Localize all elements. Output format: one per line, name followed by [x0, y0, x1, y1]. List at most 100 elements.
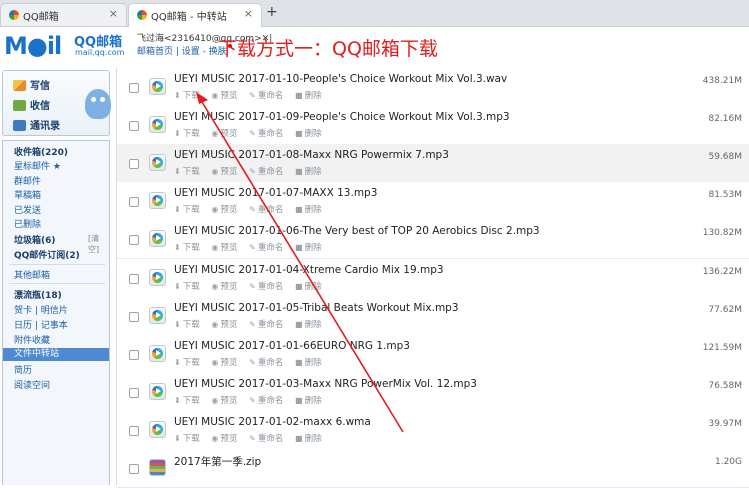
file-name[interactable]: UEYI MUSIC 2017-01-06-The Very best of T…: [174, 225, 540, 237]
file-row[interactable]: UEYI MUSIC 2017-01-07-MAXX 13.mp3 ⬇ 下载 ◉ 预…: [117, 182, 749, 221]
inbox-button[interactable]: 收信: [13, 97, 50, 112]
file-row[interactable]: UEYI MUSIC 2017-01-08-Maxx NRG Powermix …: [117, 144, 749, 183]
file-checkbox[interactable]: [129, 274, 139, 284]
resume-link[interactable]: 简历: [14, 363, 32, 376]
download-button[interactable]: ⬇ 下载: [174, 394, 200, 406]
delete-button[interactable]: ■ 删除: [295, 165, 322, 177]
rename-button[interactable]: ✎ 重命名: [249, 203, 283, 215]
file-name[interactable]: UEYI MUSIC 2017-01-07-MAXX 13.mp3: [174, 187, 377, 199]
file-name[interactable]: UEYI MUSIC 2017-01-01-66EURO NRG 1.mp3: [174, 340, 410, 352]
file-name[interactable]: UEYI MUSIC 2017-01-10-People's Choice Wo…: [174, 73, 507, 85]
file-checkbox[interactable]: [129, 388, 139, 398]
download-button[interactable]: ⬇ 下载: [174, 241, 200, 253]
delete-button[interactable]: ■ 删除: [295, 89, 322, 101]
calendar-notes-link[interactable]: 日历 | 记事本: [14, 318, 68, 331]
folder-group-mail[interactable]: 群邮件: [14, 174, 41, 187]
file-checkbox[interactable]: [129, 235, 139, 245]
rename-button[interactable]: ✎ 重命名: [249, 356, 283, 368]
download-button[interactable]: ⬇ 下载: [174, 89, 200, 101]
file-checkbox[interactable]: [129, 350, 139, 360]
file-name[interactable]: UEYI MUSIC 2017-01-08-Maxx NRG Powermix …: [174, 149, 449, 161]
rename-button[interactable]: ✎ 重命名: [249, 394, 283, 406]
rename-button[interactable]: ✎ 重命名: [249, 241, 283, 253]
file-checkbox[interactable]: [129, 159, 139, 169]
preview-button[interactable]: ◉ 预览: [211, 165, 237, 177]
preview-button[interactable]: ◉ 预览: [211, 318, 237, 330]
folder-other-mailboxes[interactable]: 其他邮箱: [14, 268, 50, 281]
folder-deleted[interactable]: 已删除: [14, 217, 41, 230]
file-row[interactable]: UEYI MUSIC 2017-01-10-People's Choice Wo…: [117, 68, 749, 107]
tab-file-transfer[interactable]: QQ邮箱 - 中转站 ×: [128, 3, 262, 27]
delete-button[interactable]: ■ 删除: [295, 432, 322, 444]
rename-button[interactable]: ✎ 重命名: [249, 89, 283, 101]
preview-button[interactable]: ◉ 预览: [211, 356, 237, 368]
file-row[interactable]: UEYI MUSIC 2017-01-09-People's Choice Wo…: [117, 106, 749, 145]
file-transfer-link[interactable]: 文件中转站: [3, 348, 109, 361]
folder-drafts[interactable]: 草稿箱: [14, 188, 41, 201]
delete-button[interactable]: ■ 删除: [295, 280, 322, 292]
write-mail-button[interactable]: 写信: [13, 77, 50, 92]
folder-spam[interactable]: 垃圾箱(6): [14, 233, 56, 246]
header-links-text[interactable]: 邮箱首页 | 设置 - 换肤: [137, 47, 227, 57]
file-checkbox[interactable]: [129, 83, 139, 93]
cards-postcards-link[interactable]: 贺卡 | 明信片: [14, 303, 68, 316]
preview-button[interactable]: ◉ 预览: [211, 127, 237, 139]
rename-button[interactable]: ✎ 重命名: [249, 280, 283, 292]
file-name[interactable]: UEYI MUSIC 2017-01-05-Tribal Beats Worko…: [174, 302, 459, 314]
drift-bottle-link[interactable]: 漂流瓶(18): [14, 288, 62, 301]
folder-starred[interactable]: 星标邮件 ★: [14, 159, 61, 172]
clear-spam-link[interactable]: [清空]: [88, 233, 109, 255]
file-checkbox[interactable]: [129, 197, 139, 207]
file-row[interactable]: UEYI MUSIC 2017-01-04-Xtreme Cardio Mix …: [117, 259, 749, 298]
delete-button[interactable]: ■ 删除: [295, 394, 322, 406]
file-checkbox[interactable]: [129, 464, 139, 474]
file-checkbox[interactable]: [129, 426, 139, 436]
download-button[interactable]: ⬇ 下载: [174, 127, 200, 139]
preview-button[interactable]: ◉ 预览: [211, 280, 237, 292]
file-row[interactable]: UEYI MUSIC 2017-01-02-maxx 6.wma ⬇ 下载 ◉ 预览…: [117, 411, 749, 450]
delete-button[interactable]: ■ 删除: [295, 241, 322, 253]
preview-button[interactable]: ◉ 预览: [211, 394, 237, 406]
folder-sent[interactable]: 已发送: [14, 203, 41, 216]
download-button[interactable]: ⬇ 下载: [174, 432, 200, 444]
tab-close-icon[interactable]: ×: [109, 7, 118, 20]
download-button[interactable]: ⬇ 下载: [174, 165, 200, 177]
preview-button[interactable]: ◉ 预览: [211, 241, 237, 253]
file-row[interactable]: UEYI MUSIC 2017-01-01-66EURO NRG 1.mp3 ⬇…: [117, 335, 749, 374]
tab-close-icon[interactable]: ×: [244, 7, 253, 20]
mail-logo[interactable]: M●il: [4, 32, 62, 60]
reading-space-link[interactable]: 阅读空间: [14, 378, 50, 391]
file-name[interactable]: UEYI MUSIC 2017-01-02-maxx 6.wma: [174, 416, 371, 428]
preview-button[interactable]: ◉ 预览: [211, 432, 237, 444]
file-row[interactable]: 2017年第一季.zip 1.20G: [117, 449, 749, 488]
download-button[interactable]: ⬇ 下载: [174, 203, 200, 215]
file-row[interactable]: UEYI MUSIC 2017-01-05-Tribal Beats Worko…: [117, 297, 749, 336]
download-button[interactable]: ⬇ 下载: [174, 280, 200, 292]
delete-button[interactable]: ■ 删除: [295, 356, 322, 368]
rename-button[interactable]: ✎ 重命名: [249, 127, 283, 139]
folder-inbox[interactable]: 收件箱(220): [14, 145, 68, 158]
file-row[interactable]: UEYI MUSIC 2017-01-06-The Very best of T…: [117, 220, 749, 259]
file-checkbox[interactable]: [129, 121, 139, 131]
preview-button[interactable]: ◉ 预览: [211, 89, 237, 101]
download-button[interactable]: ⬇ 下载: [174, 356, 200, 368]
file-name[interactable]: UEYI MUSIC 2017-01-03-Maxx NRG PowerMix …: [174, 378, 477, 390]
file-name[interactable]: UEYI MUSIC 2017-01-09-People's Choice Wo…: [174, 111, 510, 123]
file-name[interactable]: 2017年第一季.zip: [174, 454, 261, 469]
contacts-button[interactable]: 通讯录: [13, 117, 60, 132]
rename-button[interactable]: ✎ 重命名: [249, 318, 283, 330]
download-button[interactable]: ⬇ 下载: [174, 318, 200, 330]
attachments-link[interactable]: 附件收藏: [14, 333, 50, 346]
new-tab-button[interactable]: +: [266, 4, 278, 20]
file-name[interactable]: UEYI MUSIC 2017-01-04-Xtreme Cardio Mix …: [174, 264, 444, 276]
rename-button[interactable]: ✎ 重命名: [249, 165, 283, 177]
file-row[interactable]: UEYI MUSIC 2017-01-03-Maxx NRG PowerMix …: [117, 373, 749, 412]
folder-subscriptions[interactable]: QQ邮件订阅(2): [14, 248, 80, 261]
delete-button[interactable]: ■ 删除: [295, 127, 322, 139]
file-checkbox[interactable]: [129, 312, 139, 322]
preview-button[interactable]: ◉ 预览: [211, 203, 237, 215]
delete-button[interactable]: ■ 删除: [295, 203, 322, 215]
tab-qqmail[interactable]: QQ邮箱 ×: [0, 3, 127, 26]
delete-button[interactable]: ■ 删除: [295, 318, 322, 330]
rename-button[interactable]: ✎ 重命名: [249, 432, 283, 444]
